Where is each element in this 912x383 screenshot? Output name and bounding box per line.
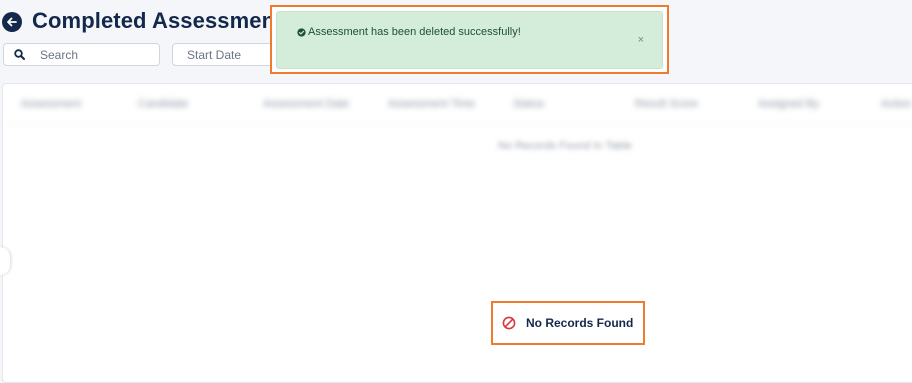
column-header: Status <box>513 98 545 110</box>
back-button[interactable] <box>2 12 22 32</box>
start-date-input[interactable] <box>185 46 279 63</box>
column-header: Result Score <box>635 98 698 110</box>
check-circle-icon <box>297 27 306 37</box>
ban-icon <box>502 316 516 330</box>
column-header: Assessment Time <box>388 98 475 110</box>
column-header: Candidate <box>138 98 189 110</box>
page-title: Completed Assessments <box>32 8 295 33</box>
success-toast: Assessment has been deleted successfully… <box>276 11 663 69</box>
arrow-left-icon <box>7 17 17 27</box>
no-records-message: No Records Found <box>491 301 645 345</box>
start-date-field[interactable] <box>172 43 282 66</box>
column-header: Action <box>881 98 912 110</box>
search-field[interactable] <box>3 43 160 66</box>
search-input[interactable] <box>38 46 152 63</box>
column-header: Assessment Date <box>263 98 350 110</box>
toast-message: Assessment has been deleted successfully… <box>308 26 521 38</box>
column-header: Assessment <box>21 98 81 110</box>
search-icon <box>4 49 34 60</box>
table-empty-text: No Records Found In Table <box>498 140 632 152</box>
close-icon[interactable]: × <box>638 35 644 46</box>
assessments-table: Assessment Candidate Assessment Date Ass… <box>2 83 912 383</box>
no-records-label: No Records Found <box>526 316 634 330</box>
table-header: Assessment Candidate Assessment Date Ass… <box>3 84 912 125</box>
column-header: Assigned By <box>758 98 820 110</box>
